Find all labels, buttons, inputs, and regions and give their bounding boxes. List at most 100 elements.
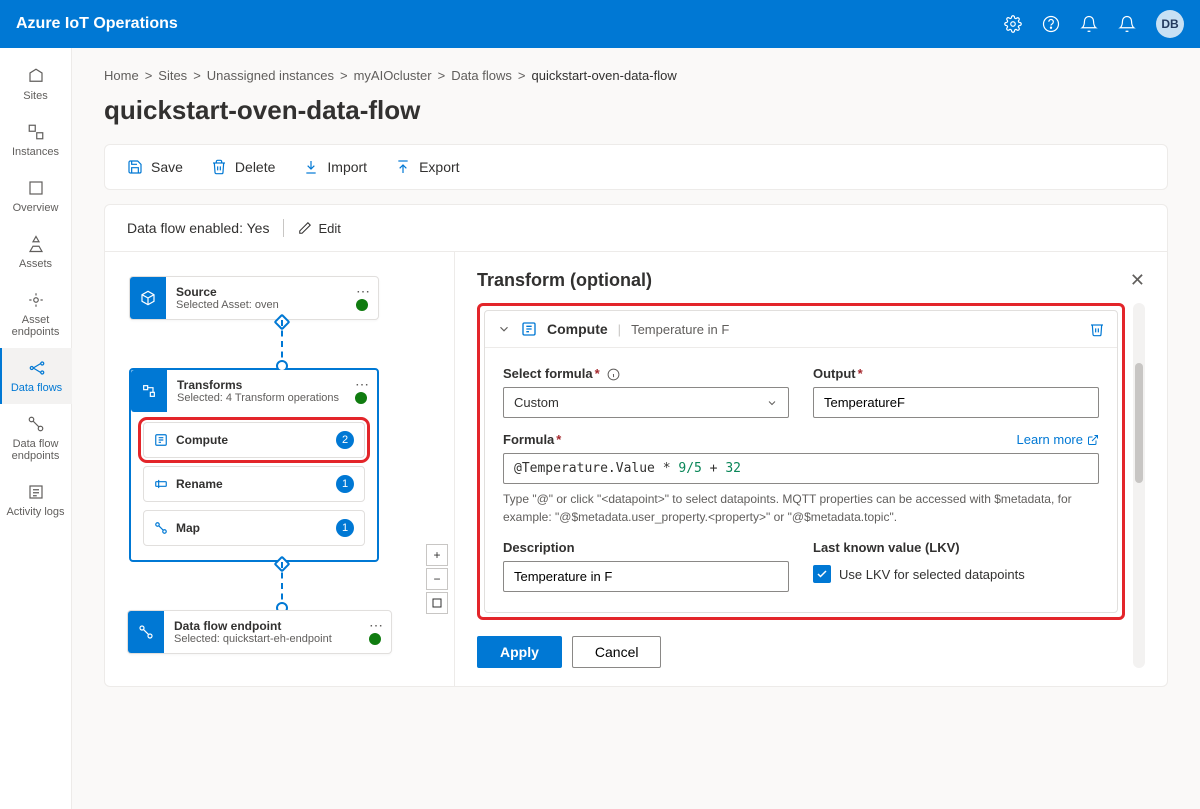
crumb-dataflows[interactable]: Data flows [451,68,512,83]
sparkle-bell-icon[interactable] [1080,15,1098,33]
download-icon [303,159,319,175]
edit-button[interactable]: Edit [298,221,340,236]
chevron-down-icon[interactable] [497,322,511,336]
node-subtitle: Selected Asset: oven [176,299,368,311]
gear-icon[interactable] [1004,15,1022,33]
nav-instances[interactable]: Instances [0,112,72,168]
enabled-label: Data flow enabled: Yes [127,220,269,236]
more-icon[interactable]: ⋯ [356,283,370,300]
zoom-out-button[interactable]: − [426,568,448,590]
upload-icon [395,159,411,175]
formula-hint: Type "@" or click "<datapoint>" to selec… [503,490,1099,526]
scrollbar-thumb[interactable] [1135,363,1143,483]
formula-label: Formula* [503,432,561,447]
chevron-down-icon [766,397,778,409]
map-icon [154,521,168,535]
compute-icon [521,321,537,337]
learn-more-link[interactable]: Learn more [1017,432,1099,447]
divider [283,219,284,237]
pane-title: Transform (optional) [477,270,652,291]
nav-asset-endpoints[interactable]: Asset endpoints [0,280,72,348]
connector [127,320,436,368]
nav-label: Asset endpoints [2,314,70,338]
crumb-sites[interactable]: Sites [158,68,187,83]
output-input[interactable] [813,387,1099,418]
bell-icon[interactable] [1118,15,1136,33]
crumb-home[interactable]: Home [104,68,139,83]
enable-row: Data flow enabled: Yes Edit [105,205,1167,252]
op-compute[interactable]: Compute 2 [143,422,365,458]
import-button[interactable]: Import [303,159,367,175]
data-flows-icon [27,358,47,378]
nav-label: Data flows [11,382,62,394]
avatar[interactable]: DB [1156,10,1184,38]
scrollbar[interactable] [1133,303,1145,668]
description-input[interactable] [503,561,789,592]
nav-label: Instances [12,146,59,158]
node-subtitle: Selected: 4 Transform operations [177,392,367,404]
nav-activity-logs[interactable]: Activity logs [0,472,72,528]
nav-sites[interactable]: Sites [0,56,72,112]
save-button[interactable]: Save [127,159,183,175]
activity-logs-icon [26,482,46,502]
transforms-icon [131,370,167,412]
crumb-unassigned[interactable]: Unassigned instances [207,68,334,83]
page-title: quickstart-oven-data-flow [104,95,1168,126]
compute-card: Compute | Temperature in F [484,310,1118,613]
cancel-button[interactable]: Cancel [572,636,662,668]
node-subtitle: Selected: quickstart-eh-endpoint [174,633,381,645]
help-icon[interactable] [1042,15,1060,33]
compute-icon [154,433,168,447]
formula-select[interactable]: Custom [503,387,789,418]
trash-icon [211,159,227,175]
select-formula-label: Select formula* [503,366,789,381]
trash-icon[interactable] [1089,321,1105,337]
description-label: Description [503,540,789,555]
op-rename[interactable]: Rename 1 [143,466,365,502]
status-ok-icon [369,633,381,645]
nav-data-flows[interactable]: Data flows [0,348,72,404]
count-badge: 2 [336,431,354,449]
zoom-controls: + − [426,544,448,614]
crumb-cluster[interactable]: myAIOcluster [354,68,432,83]
lkv-label: Last known value (LKV) [813,540,1099,555]
cube-icon [130,277,166,319]
status-ok-icon [356,299,368,311]
close-icon[interactable]: ✕ [1130,270,1145,291]
endpoint-node[interactable]: Data flow endpoint Selected: quickstart-… [127,610,392,654]
lkv-checkbox[interactable] [813,565,831,583]
transforms-node[interactable]: Transforms Selected: 4 Transform operati… [129,368,379,562]
asset-endpoints-icon [26,290,46,310]
nav-assets[interactable]: Assets [0,224,72,280]
count-badge: 1 [336,475,354,493]
output-label: Output* [813,366,1099,381]
crumb-current: quickstart-oven-data-flow [531,68,676,83]
external-link-icon [1087,434,1099,446]
nav-label: Assets [19,258,52,270]
rename-icon [154,477,168,491]
info-icon[interactable] [607,368,620,381]
node-title: Data flow endpoint [174,619,381,633]
more-icon[interactable]: ⋯ [369,617,383,634]
lkv-checkbox-label: Use LKV for selected datapoints [839,567,1025,582]
connector [127,562,436,610]
nav-label: Activity logs [6,506,64,518]
source-node[interactable]: Source Selected Asset: oven ⋯ [129,276,379,320]
save-icon [127,159,143,175]
apply-button[interactable]: Apply [477,636,562,668]
export-button[interactable]: Export [395,159,459,175]
main-content: Home> Sites> Unassigned instances> myAIO… [72,48,1200,809]
flow-endpoints-icon [26,414,46,434]
dataflow-card: Data flow enabled: Yes Edit [104,204,1168,687]
zoom-in-button[interactable]: + [426,544,448,566]
nav-label: Overview [13,202,59,214]
check-icon [816,568,828,580]
formula-input[interactable]: @Temperature.Value * 9/5 + 32 [503,453,1099,484]
delete-button[interactable]: Delete [211,159,275,175]
nav-data-flow-endpoints[interactable]: Data flow endpoints [0,404,72,472]
op-map[interactable]: Map 1 [143,510,365,546]
nav-overview[interactable]: Overview [0,168,72,224]
more-icon[interactable]: ⋯ [355,376,369,393]
fit-button[interactable] [426,592,448,614]
assets-icon [26,234,46,254]
